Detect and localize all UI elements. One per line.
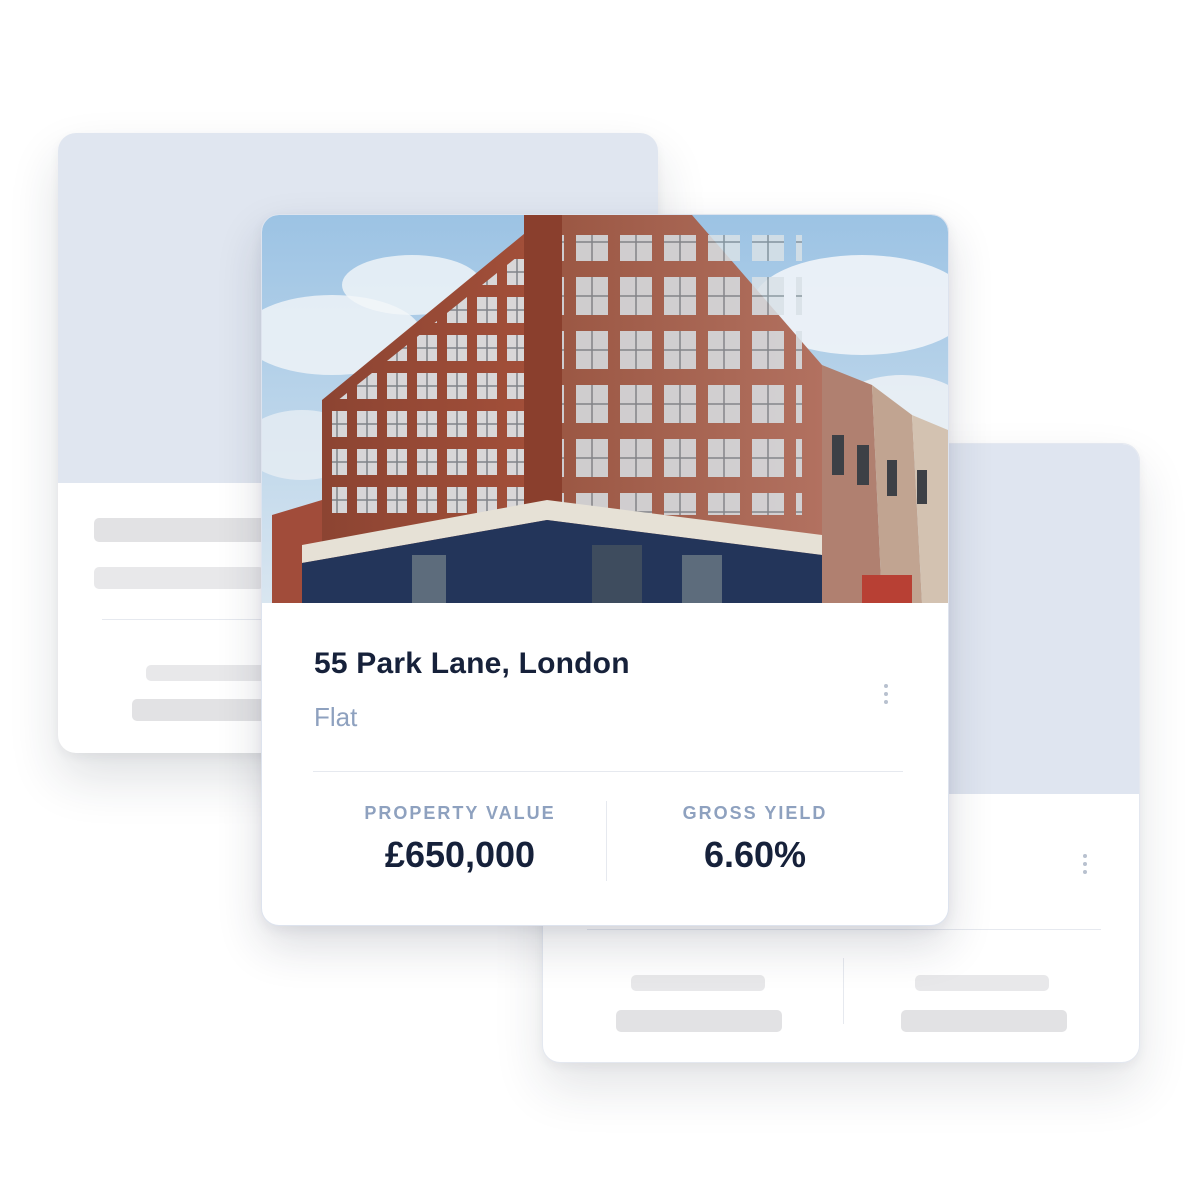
stat-separator: [606, 801, 607, 881]
kebab-menu-icon[interactable]: [883, 684, 889, 708]
placeholder-stat-value-bar: [901, 1010, 1067, 1032]
stat-property-value: PROPERTY VALUE £650,000: [313, 803, 607, 876]
listing-cards-stage: 55 Park Lane, London Flat PROPERTY VALUE…: [0, 0, 1200, 1200]
placeholder-divider: [102, 619, 262, 620]
card-divider: [313, 771, 903, 772]
placeholder-stat-value-bar: [132, 699, 272, 721]
stat-label: GROSS YIELD: [682, 803, 828, 823]
stat-gross-yield: GROSS YIELD 6.60%: [608, 803, 902, 876]
stat-value: £650,000: [384, 834, 536, 875]
stat-label: PROPERTY VALUE: [364, 803, 556, 823]
placeholder-subtitle-bar: [94, 567, 264, 589]
placeholder-divider: [587, 929, 1101, 930]
property-type: Flat: [314, 702, 358, 732]
building-photo: [262, 215, 948, 603]
kebab-menu-icon[interactable]: [1082, 854, 1088, 878]
placeholder-stat-label-bar: [631, 975, 765, 991]
stat-value: 6.60%: [703, 834, 807, 875]
placeholder-stat-label-bar: [146, 665, 266, 681]
placeholder-stat-value-bar: [616, 1010, 782, 1032]
property-card[interactable]: 55 Park Lane, London Flat PROPERTY VALUE…: [261, 214, 949, 926]
placeholder-stat-label-bar: [915, 975, 1049, 991]
placeholder-stat-separator: [843, 958, 844, 1024]
property-title: 55 Park Lane, London: [314, 647, 630, 680]
